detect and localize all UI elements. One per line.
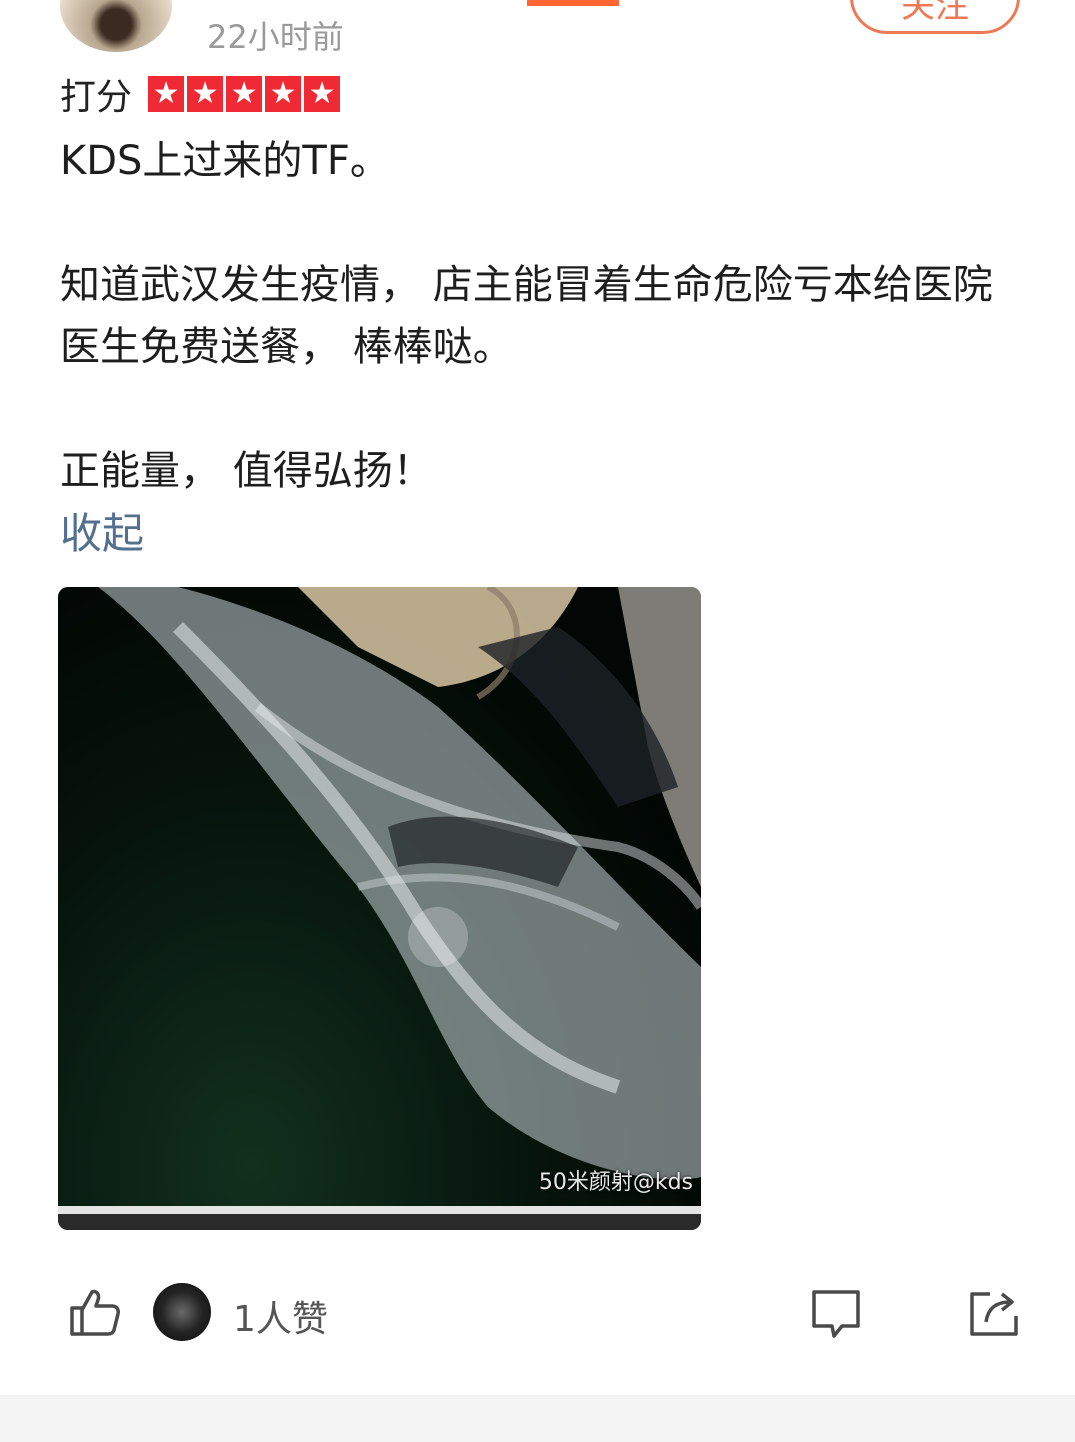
plastic-bag-image — [98, 587, 701, 1180]
photo-watermark: 50米颜射@kds — [538, 1170, 693, 1195]
section-separator — [0, 1395, 1075, 1442]
liker-avatar[interactable] — [153, 1283, 211, 1341]
star-icon: ★ — [265, 76, 302, 112]
star-icon: ★ — [226, 76, 263, 112]
star-icon: ★ — [148, 76, 185, 112]
star-icon: ★ — [304, 76, 341, 112]
thumbs-up-icon[interactable] — [66, 1284, 122, 1340]
rating-stars: ★ ★ ★ ★ ★ — [148, 76, 341, 112]
post-time: 22小时前 — [207, 18, 344, 56]
review-line: KDS上过来的TF。 — [60, 138, 390, 184]
rating-row: 打分 ★ ★ ★ ★ ★ — [60, 70, 341, 118]
tab-indicator — [527, 0, 619, 6]
review-body: KDS上过来的TF。 知道武汉发生疫情， 店主能冒着生命危险亏本给医院医生免费送… — [60, 130, 1030, 502]
collapse-link[interactable]: 收起 — [60, 500, 144, 561]
likes-count[interactable]: 1人赞 — [233, 1290, 328, 1342]
review-photo[interactable]: 50米颜射@kds — [58, 587, 701, 1230]
action-bar: 1人赞 — [0, 1270, 1075, 1360]
share-icon[interactable] — [966, 1284, 1022, 1340]
comment-icon[interactable] — [808, 1286, 864, 1340]
follow-button[interactable]: 关注 — [850, 0, 1020, 34]
review-line: 正能量， 值得弘扬！ — [60, 448, 433, 494]
rating-label: 打分 — [60, 77, 133, 118]
star-icon: ★ — [187, 76, 224, 112]
photo-divider — [58, 1206, 701, 1214]
photo-next-strip — [58, 1214, 701, 1230]
avatar[interactable] — [60, 0, 172, 52]
review-line: 知道武汉发生疫情， 店主能冒着生命危险亏本给医院医生免费送餐， 棒棒哒。 — [60, 262, 993, 370]
